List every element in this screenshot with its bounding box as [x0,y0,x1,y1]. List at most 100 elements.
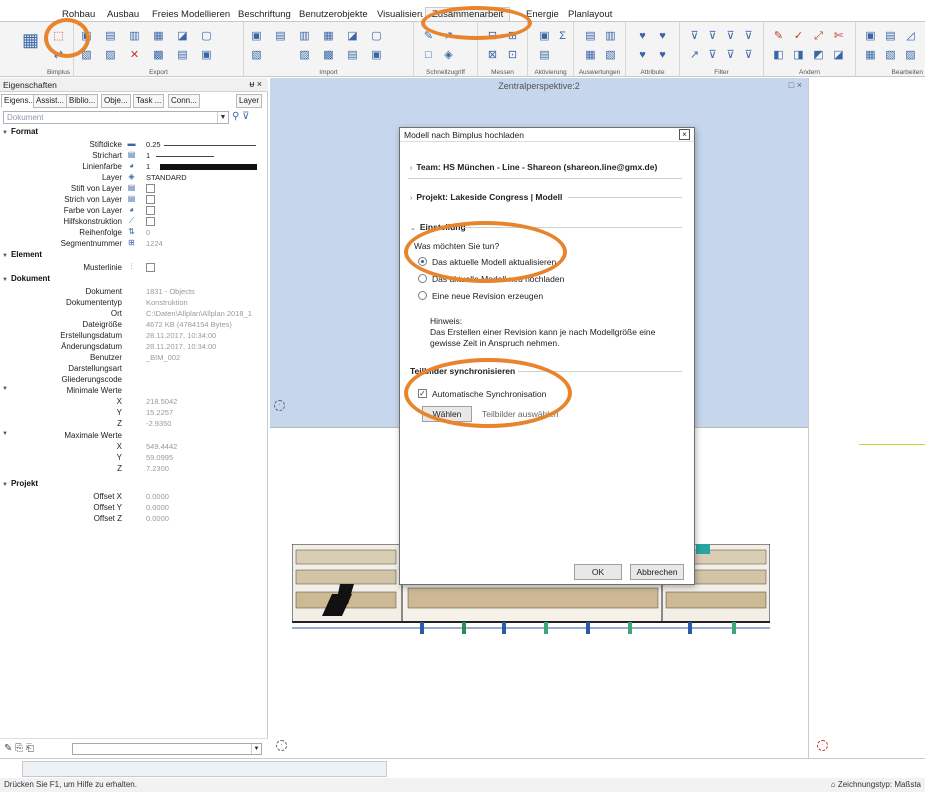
edit-icon-6[interactable]: ▨ [904,49,917,62]
export-icon-1[interactable]: ▣ [80,30,93,43]
attribute-icon-4[interactable]: ♥ [656,49,669,62]
chevron-down-icon[interactable]: ▼ [251,744,261,754]
report-icon-2[interactable]: ▥ [604,30,617,43]
import-icon-2[interactable]: ▤ [274,30,287,43]
export-icon-3[interactable]: ▥ [128,30,141,43]
panel-bottom-icons[interactable]: ✎ ⎘ ⎗ [4,743,34,754]
radio-update-model[interactable] [418,257,427,266]
tab-zusammenarbeit[interactable]: Zusammenarbeit [425,7,511,22]
modify-icon-4[interactable]: ✄ [832,30,845,43]
filter-icon-7[interactable]: ⊽ [724,49,737,62]
modify-icon-6[interactable]: ◨ [792,49,805,62]
filter-icon[interactable]: ⊽ [242,111,249,122]
activation-icon-1[interactable]: ▣ [538,30,551,43]
viewport-window-controls[interactable]: □ × [789,80,802,90]
arrow-icon[interactable]: ↗ [442,30,455,43]
musterlinie-checkbox[interactable] [146,263,155,272]
navigation-cube-icon[interactable]: · [274,400,285,411]
modify-icon-7[interactable]: ◩ [812,49,825,62]
tab-connect[interactable]: Conn... [168,94,200,108]
section-projekt[interactable]: ▼ Projekt [2,479,38,488]
import-icon-4[interactable]: ▦ [322,30,335,43]
import-icon-1[interactable]: ▣ [250,30,263,43]
modify-icon-8[interactable]: ◪ [832,49,845,62]
tab-bibliothek[interactable]: Biblio... [66,94,99,108]
hilfskonstruktion-checkbox[interactable] [146,217,155,226]
chevron-down-icon[interactable]: ▼ [217,112,228,123]
edit-icon-5[interactable]: ▧ [884,49,897,62]
command-input[interactable] [22,761,387,777]
fill-icon[interactable]: ◈ [442,49,455,62]
bimplus-icon[interactable]: ⇄ [52,49,65,62]
accordion-team[interactable]: › Team: HS München - Line - Shareon (shar… [410,162,682,172]
import-icon-11[interactable]: ▣ [370,49,383,62]
attribute-icon-3[interactable]: ♥ [636,49,649,62]
import-icon-5[interactable]: ◪ [346,30,359,43]
prop-value-strichart[interactable]: 1 [146,151,150,160]
filter-icon-5[interactable]: ↗ [688,49,701,62]
radio-reupload-model[interactable] [418,274,427,283]
magnifier-icon[interactable]: ⚲ [232,111,239,122]
tab-beschriftung[interactable]: Beschriftung [238,9,291,20]
modify-icon-1[interactable]: ✎ [772,30,785,43]
ok-button[interactable]: OK [574,564,622,580]
section-element[interactable]: ▼ Element [2,250,42,259]
export-icon-5[interactable]: ◪ [176,30,189,43]
tab-energie[interactable]: Energie [526,9,559,20]
edit-icon-1[interactable]: ▣ [864,30,877,43]
attribute-icon-1[interactable]: ♥ [636,30,649,43]
section-format[interactable]: ▼ Format [2,127,38,136]
edit-icon-3[interactable]: ◿ [904,30,917,43]
report-icon-4[interactable]: ▧ [604,49,617,62]
option-update-model-label[interactable]: Das aktuelle Modell aktualisieren [432,257,556,267]
quick-access-icon[interactable]: ▦ [22,30,40,54]
activation-icon-2[interactable]: ▤ [538,49,551,62]
tab-rohbau[interactable]: Rohbau [62,9,95,20]
prop-value-linienfarbe[interactable]: 1 [146,162,150,171]
import-icon-9[interactable]: ▩ [322,49,335,62]
edit-icon-2[interactable]: ▤ [884,30,897,43]
cancel-button[interactable]: Abbrechen [630,564,684,580]
auto-sync-checkbox[interactable]: ✓ [418,389,427,398]
modify-icon-3[interactable]: ⤢ [812,30,825,43]
pencil-icon[interactable]: ✎ [422,30,435,43]
report-icon-1[interactable]: ▤ [584,30,597,43]
strich-von-layer-checkbox[interactable] [146,195,155,204]
navigation-cube-icon[interactable]: · [276,740,287,751]
prop-value-stiftdicke[interactable]: 0.25 [146,140,161,149]
export-icon-6[interactable]: ▢ [200,30,213,43]
measure-icon-1[interactable]: ⊟ [486,30,499,43]
export-icon-2[interactable]: ▤ [104,30,117,43]
tab-task[interactable]: Task ... [133,94,165,108]
import-icon-10[interactable]: ▤ [346,49,359,62]
stift-von-layer-checkbox[interactable] [146,184,155,193]
export-icon-10[interactable]: ▩ [152,49,165,62]
viewport-right[interactable]: · [808,78,925,758]
attribute-icon-2[interactable]: ♥ [656,30,669,43]
prop-value-layer[interactable]: STANDARD [146,173,187,182]
section-dokument[interactable]: ▼ Dokument [2,274,50,283]
tab-assistent[interactable]: Assist... [33,94,68,108]
export-icon-7[interactable]: ▧ [80,49,93,62]
option-new-revision-label[interactable]: Eine neue Revision erzeugen [432,291,543,301]
option-reupload-model-label[interactable]: Das aktuelle Modell neu hochladen [432,274,564,284]
tab-layer[interactable]: Layer [236,94,263,108]
import-icon-3[interactable]: ▥ [298,30,311,43]
panel-pin-close-icon[interactable]: ᵾ × [249,79,262,89]
filter-icon-4[interactable]: ⊽ [742,30,755,43]
filter-icon-2[interactable]: ⊽ [706,30,719,43]
filter-icon-6[interactable]: ⊽ [706,49,719,62]
export-icon-4[interactable]: ▦ [152,30,165,43]
bimplus-upload-icon[interactable]: ⬚ [52,30,65,43]
filter-icon-8[interactable]: ⊽ [742,49,755,62]
measure-icon-2[interactable]: ⊞ [506,30,519,43]
rectangle-icon[interactable]: □ [422,49,435,62]
modify-icon-5[interactable]: ◧ [772,49,785,62]
filter-icon-3[interactable]: ⊽ [724,30,737,43]
measure-icon-4[interactable]: ⊡ [506,49,519,62]
radio-new-revision[interactable] [418,291,427,300]
favorites-select[interactable]: ▼ [72,743,262,755]
edit-icon-4[interactable]: ▦ [864,49,877,62]
close-icon[interactable]: × [679,129,690,140]
export-icon-12[interactable]: ▣ [200,49,213,62]
